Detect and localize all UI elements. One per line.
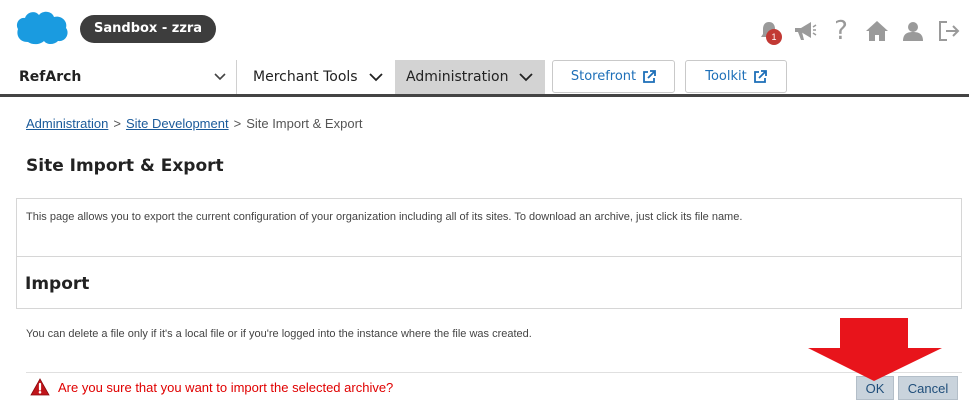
nav-merchant-tools-label: Merchant Tools — [253, 69, 358, 85]
warning-icon — [30, 378, 50, 396]
logout-button[interactable] — [935, 17, 963, 45]
chevron-down-icon — [214, 73, 226, 81]
notification-count-badge: 1 — [766, 29, 782, 45]
home-button[interactable] — [863, 17, 891, 45]
confirm-question: Are you sure that you want to import the… — [58, 380, 394, 395]
user-button[interactable] — [899, 17, 927, 45]
breadcrumb-separator: > — [233, 116, 242, 131]
storefront-button[interactable]: Storefront — [552, 60, 675, 93]
import-section-title: Import — [25, 274, 90, 294]
external-link-icon — [643, 69, 657, 83]
sandbox-badge[interactable]: Sandbox - zzra — [80, 15, 217, 43]
info-panel: This page allows you to export the curre… — [16, 198, 962, 309]
nav-administration-label: Administration — [406, 69, 509, 85]
external-link-icon — [753, 69, 767, 83]
top-icons: 1 ? — [755, 16, 963, 46]
user-icon — [903, 22, 923, 41]
megaphone-icon — [795, 22, 817, 40]
info-description: This page allows you to export the curre… — [26, 211, 743, 223]
breadcrumb: Administration > Site Development > Site Imp… — [26, 116, 363, 131]
site-selector[interactable]: RefArch — [0, 60, 237, 94]
page-title: Site Import & Export — [26, 156, 224, 176]
divider — [17, 256, 961, 257]
home-icon — [866, 21, 888, 41]
main-nav: RefArch Merchant Tools Administration St… — [0, 60, 969, 97]
storefront-label: Storefront — [570, 69, 637, 84]
nav-merchant-tools[interactable]: Merchant Tools — [237, 60, 395, 94]
notifications-button[interactable]: 1 — [755, 17, 783, 45]
chevron-down-icon — [519, 73, 533, 82]
site-selector-label: RefArch — [19, 69, 82, 85]
red-arrow-annotation — [808, 318, 942, 381]
toolkit-button[interactable]: Toolkit — [685, 60, 787, 93]
breadcrumb-administration-link[interactable]: Administration — [26, 116, 108, 131]
chevron-down-icon — [369, 73, 383, 82]
toolkit-label: Toolkit — [705, 69, 747, 84]
salesforce-cloud-logo[interactable] — [14, 8, 70, 46]
logout-icon — [939, 21, 960, 41]
help-button[interactable]: ? — [827, 17, 855, 45]
top-header: Sandbox - zzra 1 ? — [0, 0, 969, 60]
breadcrumb-separator: > — [113, 116, 121, 131]
breadcrumb-site-development-link[interactable]: Site Development — [126, 116, 229, 131]
nav-administration[interactable]: Administration — [395, 60, 545, 94]
announcements-button[interactable] — [791, 17, 819, 45]
breadcrumb-current: Site Import & Export — [246, 116, 363, 131]
delete-note: You can delete a file only if it's a loc… — [26, 328, 532, 340]
help-icon: ? — [834, 16, 848, 46]
